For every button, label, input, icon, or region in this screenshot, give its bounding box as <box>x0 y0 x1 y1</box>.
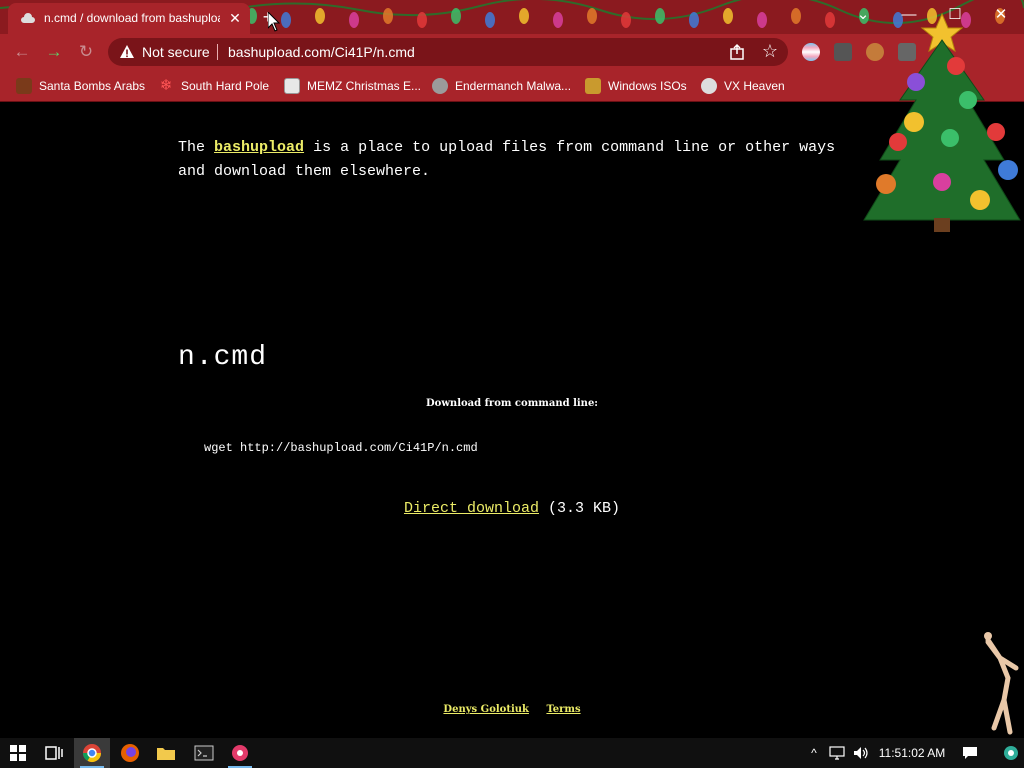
light-bulb <box>655 8 665 24</box>
taskbar-cmd[interactable] <box>186 738 222 768</box>
forward-icon[interactable]: → <box>42 41 66 63</box>
vx-icon <box>701 78 717 94</box>
omnibox-divider <box>217 44 218 60</box>
tray-app-icon[interactable] <box>998 738 1024 768</box>
tab-title: n.cmd / download from bashupload <box>44 11 220 25</box>
light-bulb <box>383 8 393 24</box>
bookmark-vx-heaven[interactable]: VX Heaven <box>701 76 785 96</box>
reload-icon[interactable]: ↻ <box>74 41 98 63</box>
light-bulb <box>689 12 699 28</box>
share-icon[interactable] <box>728 43 746 61</box>
bookmark-label: MEMZ Christmas E... <box>307 79 422 93</box>
light-bulb <box>349 12 359 28</box>
pink-app-icon <box>232 745 248 761</box>
direct-download-row: Direct download (3.3 KB) <box>0 500 1024 517</box>
file-name-heading: n.cmd <box>178 342 268 373</box>
action-center-icon[interactable] <box>956 738 984 768</box>
file-size: (3.3 KB) <box>548 500 621 517</box>
direct-download-link[interactable]: Direct download <box>404 500 539 517</box>
light-bulb <box>791 8 801 24</box>
light-bulb <box>417 12 427 28</box>
light-bulb <box>315 8 325 24</box>
taskbar-app-pink[interactable] <box>222 738 258 768</box>
security-status[interactable]: Not secure <box>142 44 210 60</box>
terms-link[interactable]: Terms <box>546 704 580 715</box>
network-icon[interactable] <box>826 738 848 768</box>
show-hidden-icons-chevron-icon[interactable]: ^ <box>804 738 824 768</box>
bookmark-label: VX Heaven <box>724 79 785 93</box>
back-icon[interactable]: ← <box>10 41 34 63</box>
light-bulb <box>281 12 291 28</box>
tab-active[interactable]: n.cmd / download from bashupload ✕ <box>8 3 250 34</box>
taskbar: ^ 11:51:02 AM <box>0 738 1024 768</box>
light-bulb <box>723 8 733 24</box>
light-bulb <box>587 8 597 24</box>
taskbar-file-explorer[interactable] <box>148 738 184 768</box>
windows-logo-icon <box>10 745 26 761</box>
bookmark-label: South Hard Pole <box>181 79 270 93</box>
bookmark-star-icon[interactable]: ☆ <box>760 41 780 61</box>
flag-extension-icon[interactable] <box>802 43 820 61</box>
light-bulb <box>485 12 495 28</box>
memz-icon <box>284 78 300 94</box>
santa-icon <box>16 78 32 94</box>
bookmark-label: Santa Bombs Arabs <box>39 79 146 93</box>
download-cli-heading: Download from command line: <box>425 398 598 409</box>
taskbar-chrome[interactable] <box>74 738 110 768</box>
mouse-cursor-icon <box>268 12 280 32</box>
dancing-figure-decoration <box>984 632 1019 735</box>
folder-icon <box>157 748 175 760</box>
light-bulb <box>757 12 767 28</box>
intro-prefix: The <box>178 139 206 156</box>
light-bulb <box>553 12 563 28</box>
bookmark-memz-christmas[interactable]: MEMZ Christmas E... <box>284 76 421 96</box>
bookmark-windows-isos[interactable]: Windows ISOs <box>585 76 687 96</box>
snowflake-icon: ❄ <box>159 77 173 94</box>
command-prompt-icon <box>194 745 214 761</box>
light-bulb <box>519 8 529 24</box>
trophy-icon <box>585 78 601 94</box>
s-extension-icon[interactable] <box>834 43 852 61</box>
taskbar-clock[interactable]: 11:51:02 AM <box>876 738 948 768</box>
tab-close-icon[interactable]: ✕ <box>226 9 244 27</box>
intro-paragraph: The bashupload is a place to upload file… <box>178 136 838 184</box>
bookmark-label: Endermanch Malwa... <box>455 79 572 93</box>
bookmark-south-hard-pole[interactable]: ❄ South Hard Pole <box>158 76 269 96</box>
bashupload-link[interactable]: bashupload <box>214 139 304 156</box>
bookmark-santa-bombs[interactable]: Santa Bombs Arabs <box>16 76 145 96</box>
chrome-icon <box>83 744 101 763</box>
task-view-button[interactable] <box>36 738 72 768</box>
cloud-favicon-icon <box>21 13 35 23</box>
light-bulb <box>825 12 835 28</box>
address-bar[interactable]: Not secure bashupload.com/Ci41P/n.cmd ☆ <box>108 38 788 66</box>
warning-icon <box>120 45 134 58</box>
page-footer: Denys Golotiuk Terms <box>0 704 1024 715</box>
christmas-tree-decoration <box>863 12 1021 232</box>
wget-command: wget http://bashupload.com/Ci41P/n.cmd <box>204 441 478 455</box>
author-link[interactable]: Denys Golotiuk <box>443 704 529 715</box>
bookmark-endermanch[interactable]: Endermanch Malwa... <box>432 76 571 96</box>
firefox-icon <box>121 744 139 762</box>
task-view-icon <box>45 746 63 760</box>
endermanch-icon <box>432 78 448 94</box>
light-bulb <box>621 12 631 28</box>
volume-icon[interactable] <box>850 738 872 768</box>
start-button[interactable] <box>0 738 36 768</box>
url-text[interactable]: bashupload.com/Ci41P/n.cmd <box>228 44 415 60</box>
bookmark-label: Windows ISOs <box>608 79 687 93</box>
taskbar-firefox[interactable] <box>112 738 148 768</box>
light-bulb <box>451 8 461 24</box>
